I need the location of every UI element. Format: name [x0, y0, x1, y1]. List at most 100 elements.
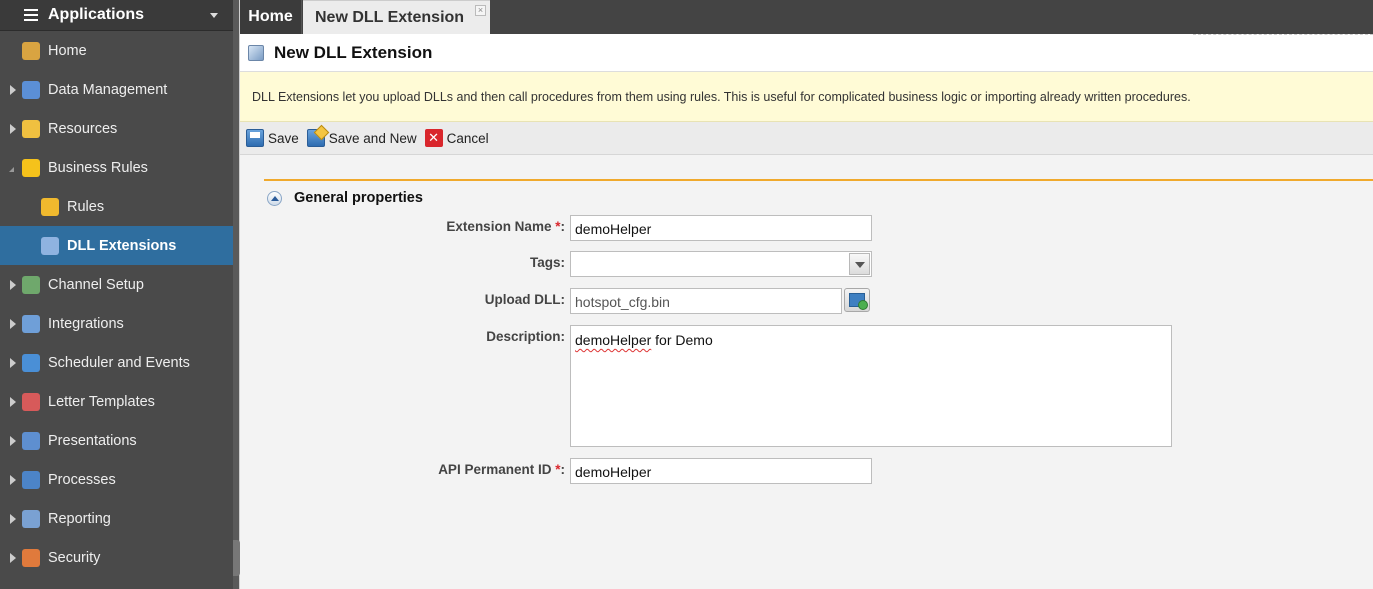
sidebar-item-security[interactable]: Security	[0, 538, 233, 577]
extension-name-input[interactable]: demoHelper	[570, 215, 872, 241]
sidebar-item-home[interactable]: Home	[0, 31, 233, 70]
expand-arrow-icon[interactable]	[10, 319, 16, 329]
expand-arrow-icon[interactable]	[10, 397, 16, 407]
lightning-icon	[22, 159, 40, 177]
tags-label: Tags:	[529, 255, 565, 270]
sidebar-item-label: Security	[48, 549, 101, 566]
sidebar-item-label: Letter Templates	[48, 393, 155, 410]
save-button-label: Save	[268, 130, 299, 146]
info-banner: DLL Extensions let you upload DLLs and t…	[240, 72, 1373, 122]
close-tab-icon[interactable]: ×	[475, 5, 486, 16]
sidebar-item-business-rules[interactable]: Business Rules	[0, 148, 233, 187]
sidebar-item-label: Presentations	[48, 432, 137, 449]
chevron-down-icon[interactable]	[849, 253, 870, 275]
expand-arrow-icon[interactable]	[10, 280, 16, 290]
resources-icon	[22, 120, 40, 138]
hamburger-icon	[24, 9, 38, 21]
letter-templates-icon	[22, 393, 40, 411]
sidebar-splitter[interactable]	[233, 0, 240, 589]
cancel-icon: ✕	[424, 129, 443, 147]
upload-file-button[interactable]	[844, 288, 870, 312]
tags-select-value	[571, 252, 579, 276]
tab-bar: Home New DLL Extension ×	[240, 0, 1373, 34]
expand-arrow-icon[interactable]	[10, 358, 16, 368]
sidebar-item-label: Data Management	[48, 81, 168, 98]
sidebar-item-presentations[interactable]: Presentations	[0, 421, 233, 460]
security-icon	[22, 549, 40, 567]
upload-dll-row: Upload DLL: hotspot_cfg.bin	[264, 288, 1264, 314]
description-misspelled-word: demoHelper	[575, 332, 652, 348]
home-icon	[22, 42, 40, 60]
sidebar-item-resources[interactable]: Resources	[0, 109, 233, 148]
splitter-grip[interactable]	[233, 540, 240, 576]
toolbar: Save Save and New ✕ Cancel	[240, 122, 1373, 155]
api-permanent-id-input[interactable]: demoHelper	[570, 458, 872, 484]
sidebar-item-label: Home	[48, 42, 87, 59]
cancel-button[interactable]: ✕ Cancel	[424, 129, 489, 147]
divider	[1193, 34, 1373, 35]
integrations-icon	[22, 315, 40, 333]
page-title: New DLL Extension	[274, 42, 433, 62]
sidebar-item-integrations[interactable]: Integrations	[0, 304, 233, 343]
caret-down-icon	[210, 13, 218, 18]
save-and-new-button-label: Save and New	[328, 130, 417, 146]
cancel-button-label: Cancel	[446, 130, 489, 146]
data-management-icon	[22, 81, 40, 99]
save-and-new-icon	[306, 129, 325, 147]
expand-arrow-icon[interactable]	[10, 124, 16, 134]
general-properties-form: General properties Extension Name *: dem…	[264, 179, 1373, 484]
applications-title: Applications	[48, 6, 145, 23]
upload-dll-label: Upload DLL:	[484, 292, 565, 307]
tab-new-dll-extension[interactable]: New DLL Extension ×	[303, 0, 490, 34]
expand-arrow-icon[interactable]	[10, 514, 16, 524]
sidebar-item-label: Channel Setup	[48, 276, 144, 293]
save-and-new-button[interactable]: Save and New	[306, 129, 417, 147]
sidebar-item-label: Reporting	[48, 510, 111, 527]
dll-extension-icon	[248, 44, 264, 61]
sidebar-item-dll-extensions[interactable]: DLL Extensions	[0, 226, 233, 265]
sidebar-item-label: Processes	[48, 471, 116, 488]
collapse-section-icon[interactable]	[267, 190, 282, 206]
upload-dll-input[interactable]: hotspot_cfg.bin	[570, 288, 842, 314]
expand-arrow-icon[interactable]	[10, 553, 16, 563]
reporting-icon	[22, 510, 40, 528]
upload-icon	[849, 293, 868, 310]
sidebar-item-label: Rules	[67, 198, 105, 215]
save-icon	[246, 129, 264, 147]
description-label: Description:	[486, 329, 565, 344]
save-button[interactable]: Save	[246, 129, 299, 147]
extension-name-label: Extension Name *:	[446, 219, 565, 234]
presentations-icon	[22, 432, 40, 450]
tags-row: Tags:	[264, 251, 1264, 277]
section-title: General properties	[294, 190, 423, 206]
expand-arrow-icon[interactable]	[10, 85, 16, 95]
rules-icon	[41, 198, 59, 216]
applications-menu-header[interactable]: Applications	[0, 0, 233, 31]
expand-arrow-icon[interactable]	[10, 475, 16, 485]
sidebar-item-processes[interactable]: Processes	[0, 460, 233, 499]
description-row: Description: demoHelper for Demo	[264, 325, 1264, 447]
main-content: New DLL Extension DLL Extensions let you…	[240, 34, 1373, 589]
sidebar-item-channel-setup[interactable]: Channel Setup	[0, 265, 233, 304]
extension-name-row: Extension Name *: demoHelper	[264, 215, 1264, 241]
expand-arrow-icon[interactable]	[10, 436, 16, 446]
description-textarea[interactable]: demoHelper for Demo	[570, 325, 1172, 447]
sidebar-item-label: DLL Extensions	[67, 237, 177, 254]
sidebar: Applications Home Data Management Resource…	[0, 0, 233, 589]
sidebar-item-rules[interactable]: Rules	[0, 187, 233, 226]
description-text: for Demo	[651, 332, 713, 348]
tab-home-label: Home	[248, 8, 293, 25]
sidebar-item-data-management[interactable]: Data Management	[0, 70, 233, 109]
sidebar-item-label: Scheduler and Events	[48, 354, 190, 371]
info-text: DLL Extensions let you upload DLLs and t…	[252, 89, 1191, 104]
scheduler-icon	[22, 354, 40, 372]
tags-select[interactable]	[570, 251, 872, 277]
processes-icon	[22, 471, 40, 489]
tab-home[interactable]: Home	[240, 0, 302, 34]
sidebar-item-scheduler-and-events[interactable]: Scheduler and Events	[0, 343, 233, 382]
sidebar-item-letter-templates[interactable]: Letter Templates	[0, 382, 233, 421]
sidebar-nav: Home Data Management Resources Business Rul…	[0, 31, 233, 577]
sidebar-item-label: Integrations	[48, 315, 124, 332]
sidebar-item-reporting[interactable]: Reporting	[0, 499, 233, 538]
expanded-arrow-icon[interactable]	[9, 167, 14, 172]
